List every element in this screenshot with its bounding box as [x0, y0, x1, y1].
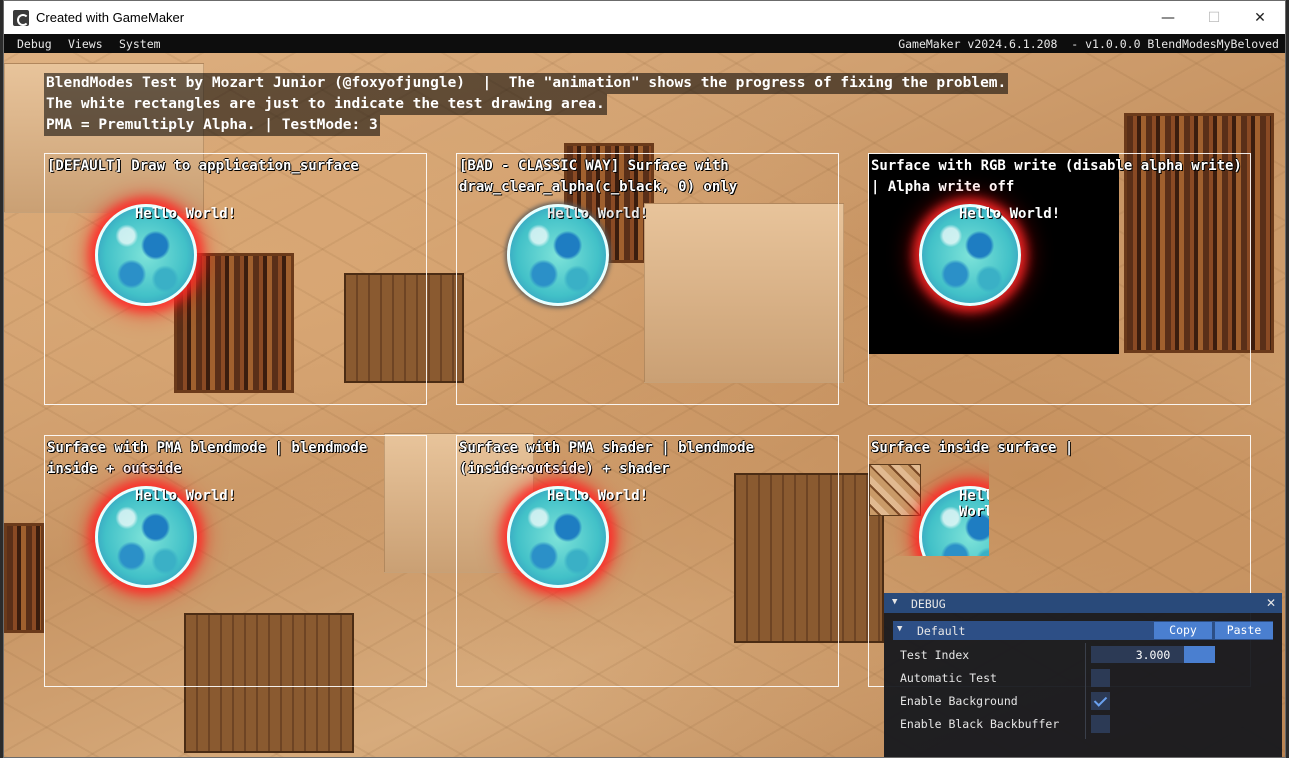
game-window: Created with GameMaker — ☐ ✕ Debug Views…	[3, 0, 1286, 758]
bookshelf	[4, 523, 44, 633]
title-bar[interactable]: Created with GameMaker — ☐ ✕	[4, 1, 1285, 34]
collapse-arrow-icon[interactable]: ▼	[897, 624, 902, 634]
menu-bar: Debug Views System GameMaker v2024.6.1.2…	[4, 34, 1285, 53]
hello-text: Hello World!	[959, 488, 989, 520]
minimize-button[interactable]: —	[1145, 1, 1191, 34]
collapse-arrow-icon[interactable]: ▼	[892, 597, 897, 607]
hello-text: Hello World!	[959, 206, 1061, 222]
enable-background-checkbox[interactable]	[1091, 692, 1110, 710]
close-button[interactable]: ✕	[1237, 1, 1283, 34]
test-panel-pma-blendmode: Surface with PMA blendmode | blendmode i…	[44, 435, 427, 687]
info-line-2: The white rectangles are just to indicat…	[44, 94, 607, 115]
game-viewport: BlendModes Test by Mozart Junior (@foxyo…	[4, 53, 1285, 757]
window-title: Created with GameMaker	[36, 10, 185, 25]
test-panel-classic: [BAD - CLASSIC WAY] Surface with draw_cl…	[456, 153, 839, 405]
hello-text: Hello World!	[547, 488, 649, 504]
test-panel-rgb-write: Surface with RGB write (disable alpha wr…	[868, 153, 1251, 405]
gamemaker-icon	[13, 10, 29, 26]
panel-label: Surface with PMA blendmode | blendmode i…	[47, 440, 368, 477]
info-line-3: PMA = Premultiply Alpha. | TestMode: 3	[44, 115, 380, 136]
panel-label: [DEFAULT] Draw to application_surface	[47, 158, 359, 174]
hello-text: Hello World!	[547, 206, 649, 222]
menu-system[interactable]: System	[119, 37, 161, 51]
section-default[interactable]: ▼ Default Copy Paste	[893, 621, 1273, 640]
panel-label: Surface with RGB write (disable alpha wr…	[871, 158, 1242, 195]
row-enable-background-label: Enable Background	[900, 694, 1018, 708]
hello-text: Hello World!	[135, 488, 237, 504]
debug-title: DEBUG	[911, 597, 946, 611]
maximize-button[interactable]: ☐	[1191, 1, 1237, 34]
test-panel-default: [DEFAULT] Draw to application_surface He…	[44, 153, 427, 405]
menu-views[interactable]: Views	[68, 37, 103, 51]
hello-text: Hello World!	[135, 206, 237, 222]
panel-label: [BAD - CLASSIC WAY] Surface with draw_cl…	[459, 158, 738, 195]
test-panel-pma-shader: Surface with PMA shader | blendmode (ins…	[456, 435, 839, 687]
debug-overlay[interactable]: ▼ DEBUG ✕ ▼ Default Copy Paste Test Inde…	[884, 593, 1282, 757]
section-label: Default	[917, 624, 966, 638]
automatic-test-checkbox[interactable]	[1091, 669, 1110, 687]
enable-black-backbuffer-checkbox[interactable]	[1091, 715, 1110, 733]
paste-button[interactable]: Paste	[1215, 622, 1273, 639]
row-enable-black-backbuffer-label: Enable Black Backbuffer	[900, 717, 1060, 731]
column-divider	[1085, 643, 1086, 739]
debug-title-bar[interactable]: ▼ DEBUG ✕	[884, 593, 1282, 613]
copy-button[interactable]: Copy	[1154, 622, 1212, 639]
panel-label: Surface with PMA shader | blendmode (ins…	[459, 440, 755, 477]
menu-debug[interactable]: Debug	[17, 37, 52, 51]
close-icon[interactable]: ✕	[1266, 596, 1276, 610]
row-test-index-label: Test Index	[900, 648, 970, 662]
slider-grab[interactable]	[1184, 646, 1215, 663]
nested-surface-clip: Hello World!	[869, 436, 989, 556]
row-automatic-test-label: Automatic Test	[900, 671, 997, 685]
info-line-1: BlendModes Test by Mozart Junior (@foxyo…	[44, 73, 1009, 94]
version-info: GameMaker v2024.6.1.208 - v1.0.0.0 Blend…	[898, 37, 1279, 51]
